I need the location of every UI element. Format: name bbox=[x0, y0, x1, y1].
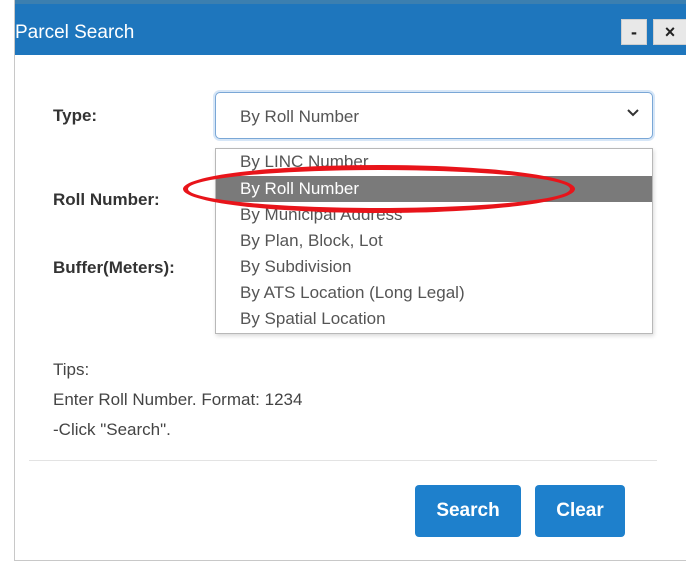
divider bbox=[29, 460, 657, 461]
option-linc-number[interactable]: By LINC Number bbox=[216, 149, 652, 175]
option-municipal-address[interactable]: By Municipal Address bbox=[216, 202, 652, 228]
option-roll-number[interactable]: By Roll Number bbox=[216, 176, 652, 202]
clear-button[interactable]: Clear bbox=[535, 485, 625, 537]
chevron-down-icon bbox=[627, 109, 639, 117]
tips-line-format: Enter Roll Number. Format: 1234 bbox=[53, 390, 303, 409]
minimize-button[interactable]: - bbox=[621, 19, 647, 45]
option-subdivision[interactable]: By Subdivision bbox=[216, 254, 652, 280]
parcel-search-dialog: Parcel Search - × Type: Roll Number: Buf… bbox=[14, 0, 686, 561]
tips-heading: Tips: bbox=[53, 360, 90, 379]
option-ats-location[interactable]: By ATS Location (Long Legal) bbox=[216, 280, 652, 306]
roll-number-label: Roll Number: bbox=[53, 190, 160, 209]
option-spatial-location[interactable]: By Spatial Location bbox=[216, 306, 652, 332]
tips-line-click: -Click "Search". bbox=[53, 420, 171, 439]
buffer-label: Buffer(Meters): bbox=[53, 258, 175, 277]
type-label: Type: bbox=[53, 106, 98, 125]
dialog-title: Parcel Search bbox=[15, 22, 135, 43]
type-select-value: By Roll Number bbox=[240, 107, 360, 126]
title-bar: Parcel Search - × bbox=[15, 0, 686, 55]
option-plan-block-lot[interactable]: By Plan, Block, Lot bbox=[216, 228, 652, 254]
type-dropdown-list: By LINC Number By Roll Number By Municip… bbox=[215, 148, 653, 334]
search-button[interactable]: Search bbox=[415, 485, 521, 537]
close-button[interactable]: × bbox=[653, 19, 686, 45]
type-select[interactable]: By Roll Number bbox=[215, 92, 653, 139]
